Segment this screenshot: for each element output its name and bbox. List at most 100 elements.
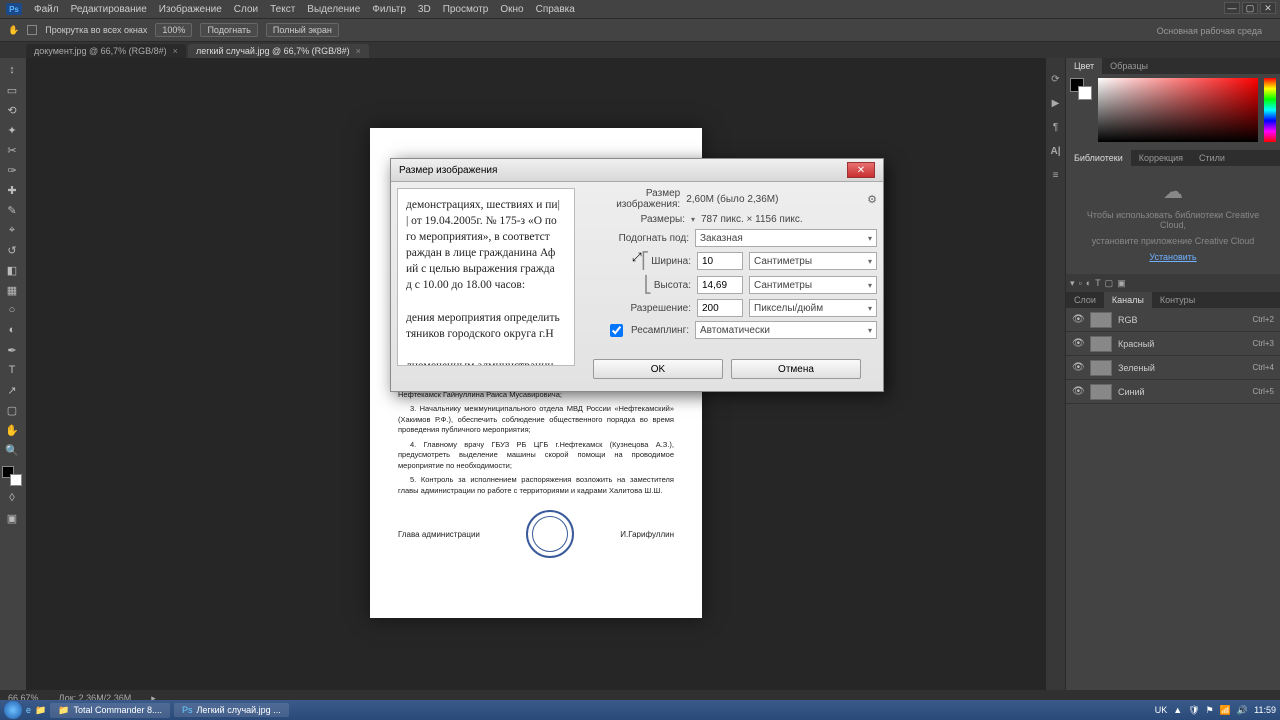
menu-file[interactable]: Файл [34, 4, 59, 15]
menu-help[interactable]: Справка [536, 4, 575, 15]
network-icon[interactable]: 📶 [1220, 705, 1231, 716]
channels-tab[interactable]: Каналы [1104, 292, 1152, 308]
menu-image[interactable]: Изображение [159, 4, 222, 15]
resample-checkbox[interactable] [610, 324, 623, 337]
menu-view[interactable]: Просмотр [443, 4, 489, 15]
channel-row[interactable]: 👁RGBCtrl+2 [1066, 308, 1280, 332]
tray-icon[interactable]: ▲ [1173, 705, 1182, 715]
chevron-down-icon[interactable]: ▾ [691, 215, 695, 224]
gear-icon[interactable]: ⚙ [867, 193, 877, 206]
move-tool[interactable]: ↕ [2, 62, 22, 78]
pen-tool[interactable]: ✒ [2, 342, 22, 358]
para-panel-icon[interactable]: A| [1049, 144, 1063, 158]
layers-tab[interactable]: Слои [1066, 292, 1104, 308]
volume-icon[interactable]: 🔊 [1237, 705, 1248, 716]
marquee-tool[interactable]: ▭ [2, 82, 22, 98]
quickmask-tool[interactable]: ◊ [2, 490, 22, 506]
task-item[interactable]: PsЛегкий случай.jpg ... [174, 703, 289, 717]
eyedropper-tool[interactable]: ✑ [2, 162, 22, 178]
gradient-tool[interactable]: ▦ [2, 282, 22, 298]
resolution-unit-select[interactable]: Пикселы/дюйм▾ [749, 299, 877, 317]
channel-row[interactable]: 👁КрасныйCtrl+3 [1066, 332, 1280, 356]
fullscreen-button[interactable]: Полный экран [266, 23, 339, 37]
minimize-button[interactable]: — [1224, 2, 1240, 14]
close-button[interactable]: ✕ [1260, 2, 1276, 14]
styles-tab[interactable]: Стили [1191, 150, 1233, 166]
visibility-icon[interactable]: 👁 [1072, 338, 1084, 350]
document-tab[interactable]: документ.jpg @ 66,7% (RGB/8#)× [26, 44, 186, 58]
brush-tool[interactable]: ✎ [2, 202, 22, 218]
swatches-tab[interactable]: Образцы [1102, 58, 1156, 74]
menu-window[interactable]: Окно [500, 4, 523, 15]
layer-filter-adj-icon[interactable]: ◐ [1086, 278, 1091, 288]
link-icon[interactable]: ⎣ [644, 275, 652, 295]
actions-panel-icon[interactable]: ▶ [1049, 96, 1063, 110]
shape-tool[interactable]: ▢ [2, 402, 22, 418]
char-panel-icon[interactable]: ¶ [1049, 120, 1063, 134]
document-tab[interactable]: легкий случай.jpg @ 66,7% (RGB/8#)× [188, 44, 369, 58]
color-spectrum[interactable] [1098, 78, 1258, 142]
fit-button[interactable]: Подогнать [200, 23, 257, 37]
history-panel-icon[interactable]: ⟳ [1049, 72, 1063, 86]
maximize-button[interactable]: ▢ [1242, 2, 1258, 14]
history-brush-tool[interactable]: ↺ [2, 242, 22, 258]
color-swatch[interactable] [2, 466, 22, 486]
wand-tool[interactable]: ✦ [2, 122, 22, 138]
channel-row[interactable]: 👁ЗеленыйCtrl+4 [1066, 356, 1280, 380]
start-button[interactable] [4, 701, 22, 719]
width-unit-select[interactable]: Сантиметры▾ [749, 252, 877, 270]
paths-tab[interactable]: Контуры [1152, 292, 1203, 308]
layer-filter-text-icon[interactable]: T [1095, 278, 1101, 288]
clock[interactable]: 11:59 [1254, 705, 1276, 715]
dialog-close-button[interactable]: ✕ [847, 162, 875, 178]
lasso-tool[interactable]: ⟲ [2, 102, 22, 118]
blur-tool[interactable]: ○ [2, 302, 22, 318]
link-icon[interactable]: ⎡ [641, 251, 649, 271]
height-unit-select[interactable]: Сантиметры▾ [749, 276, 877, 294]
ie-icon[interactable]: e [26, 705, 31, 715]
crop-tool[interactable]: ✂ [2, 142, 22, 158]
eraser-tool[interactable]: ◧ [2, 262, 22, 278]
task-item[interactable]: 📁Total Commander 8.... [50, 703, 170, 718]
menu-select[interactable]: Выделение [307, 4, 360, 15]
menu-text[interactable]: Текст [270, 4, 295, 15]
tray-icon[interactable]: 🛡 [1188, 705, 1199, 716]
close-icon[interactable]: × [173, 46, 178, 56]
resolution-input[interactable] [697, 299, 743, 317]
filter-icon[interactable]: ▾ [1070, 278, 1075, 289]
channel-row[interactable]: 👁СинийCtrl+5 [1066, 380, 1280, 404]
adjustments-tab[interactable]: Коррекция [1131, 150, 1191, 166]
fit-select[interactable]: Заказная▾ [695, 229, 877, 247]
tray-icon[interactable]: ⚑ [1206, 705, 1214, 716]
height-input[interactable] [697, 276, 743, 294]
heal-tool[interactable]: ✚ [2, 182, 22, 198]
color-tab[interactable]: Цвет [1066, 58, 1102, 74]
glyph-panel-icon[interactable]: ≡ [1049, 168, 1063, 182]
visibility-icon[interactable]: 👁 [1072, 314, 1084, 326]
visibility-icon[interactable]: 👁 [1072, 386, 1084, 398]
hand-tool[interactable]: ✋ [2, 422, 22, 438]
menu-layers[interactable]: Слои [234, 4, 258, 15]
resample-select[interactable]: Автоматически▾ [695, 321, 877, 339]
menu-filter[interactable]: Фильтр [372, 4, 406, 15]
dodge-tool[interactable]: ◐ [2, 322, 22, 338]
cancel-button[interactable]: Отмена [731, 359, 861, 379]
close-icon[interactable]: × [356, 46, 361, 56]
install-link[interactable]: Установить [1149, 252, 1196, 262]
color-swatch-pair[interactable] [1070, 78, 1092, 100]
ok-button[interactable]: OK [593, 359, 723, 379]
explorer-icon[interactable]: 📁 [35, 705, 46, 716]
hue-slider[interactable] [1264, 78, 1276, 142]
width-input[interactable] [697, 252, 743, 270]
zoom-100-button[interactable]: 100% [155, 23, 192, 37]
menu-edit[interactable]: Редактирование [71, 4, 147, 15]
screenmode-tool[interactable]: ▣ [2, 510, 22, 526]
path-tool[interactable]: ↗ [2, 382, 22, 398]
lang-indicator[interactable]: UK [1155, 705, 1168, 715]
scroll-all-checkbox[interactable] [27, 25, 37, 35]
menu-3d[interactable]: 3D [418, 4, 431, 15]
layer-filter-pixel-icon[interactable]: ▫ [1079, 278, 1082, 288]
zoom-tool[interactable]: 🔍 [2, 442, 22, 458]
stamp-tool[interactable]: ⌖ [2, 222, 22, 238]
text-tool[interactable]: T [2, 362, 22, 378]
